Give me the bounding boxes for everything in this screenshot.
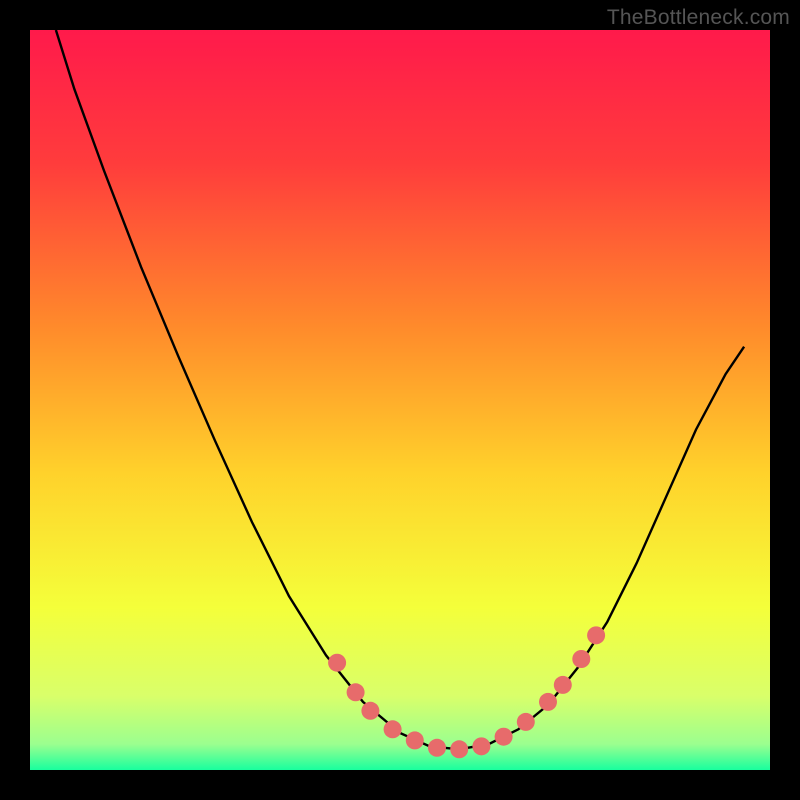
curve-marker (384, 720, 402, 738)
plot-background (30, 30, 770, 770)
curve-marker (554, 676, 572, 694)
bottleneck-chart (0, 0, 800, 800)
curve-marker (587, 626, 605, 644)
curve-marker (406, 731, 424, 749)
curve-marker (517, 713, 535, 731)
curve-marker (361, 702, 379, 720)
curve-marker (472, 737, 490, 755)
curve-marker (572, 650, 590, 668)
chart-stage: TheBottleneck.com (0, 0, 800, 800)
curve-marker (347, 683, 365, 701)
curve-marker (428, 739, 446, 757)
watermark-text: TheBottleneck.com (607, 6, 790, 30)
curve-marker (539, 693, 557, 711)
curve-marker (495, 728, 513, 746)
curve-marker (328, 654, 346, 672)
curve-marker (450, 740, 468, 758)
